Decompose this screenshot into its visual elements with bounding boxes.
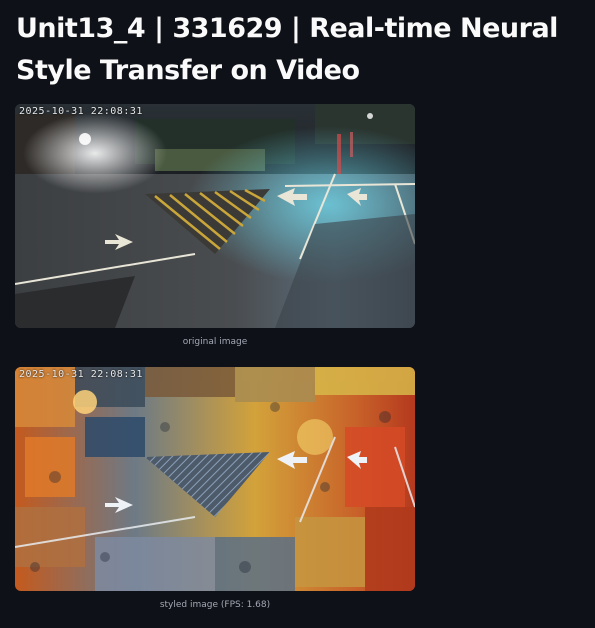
original-timestamp-overlay: 2025-10-31 22:08:31: [19, 106, 143, 117]
styled-image-caption: styled image (FPS: 1.68): [159, 600, 271, 610]
original-image-caption: original image: [182, 337, 248, 347]
styled-image-figure: 2025-10-31 22:08:31 styled image (FPS: 1…: [15, 367, 415, 610]
page-title: Unit13_4 | 331629 | Real-time Neural Sty…: [16, 13, 558, 86]
original-image-figure: 2025-10-31 22:08:31 original image: [15, 104, 415, 347]
styled-timestamp-overlay: 2025-10-31 22:08:31: [19, 369, 143, 380]
streamlit-app: Unit13_4 | 331629 | Real-time Neural Sty…: [0, 0, 595, 628]
original-image: 2025-10-31 22:08:31: [15, 104, 415, 328]
styled-image: 2025-10-31 22:08:31: [15, 367, 415, 591]
